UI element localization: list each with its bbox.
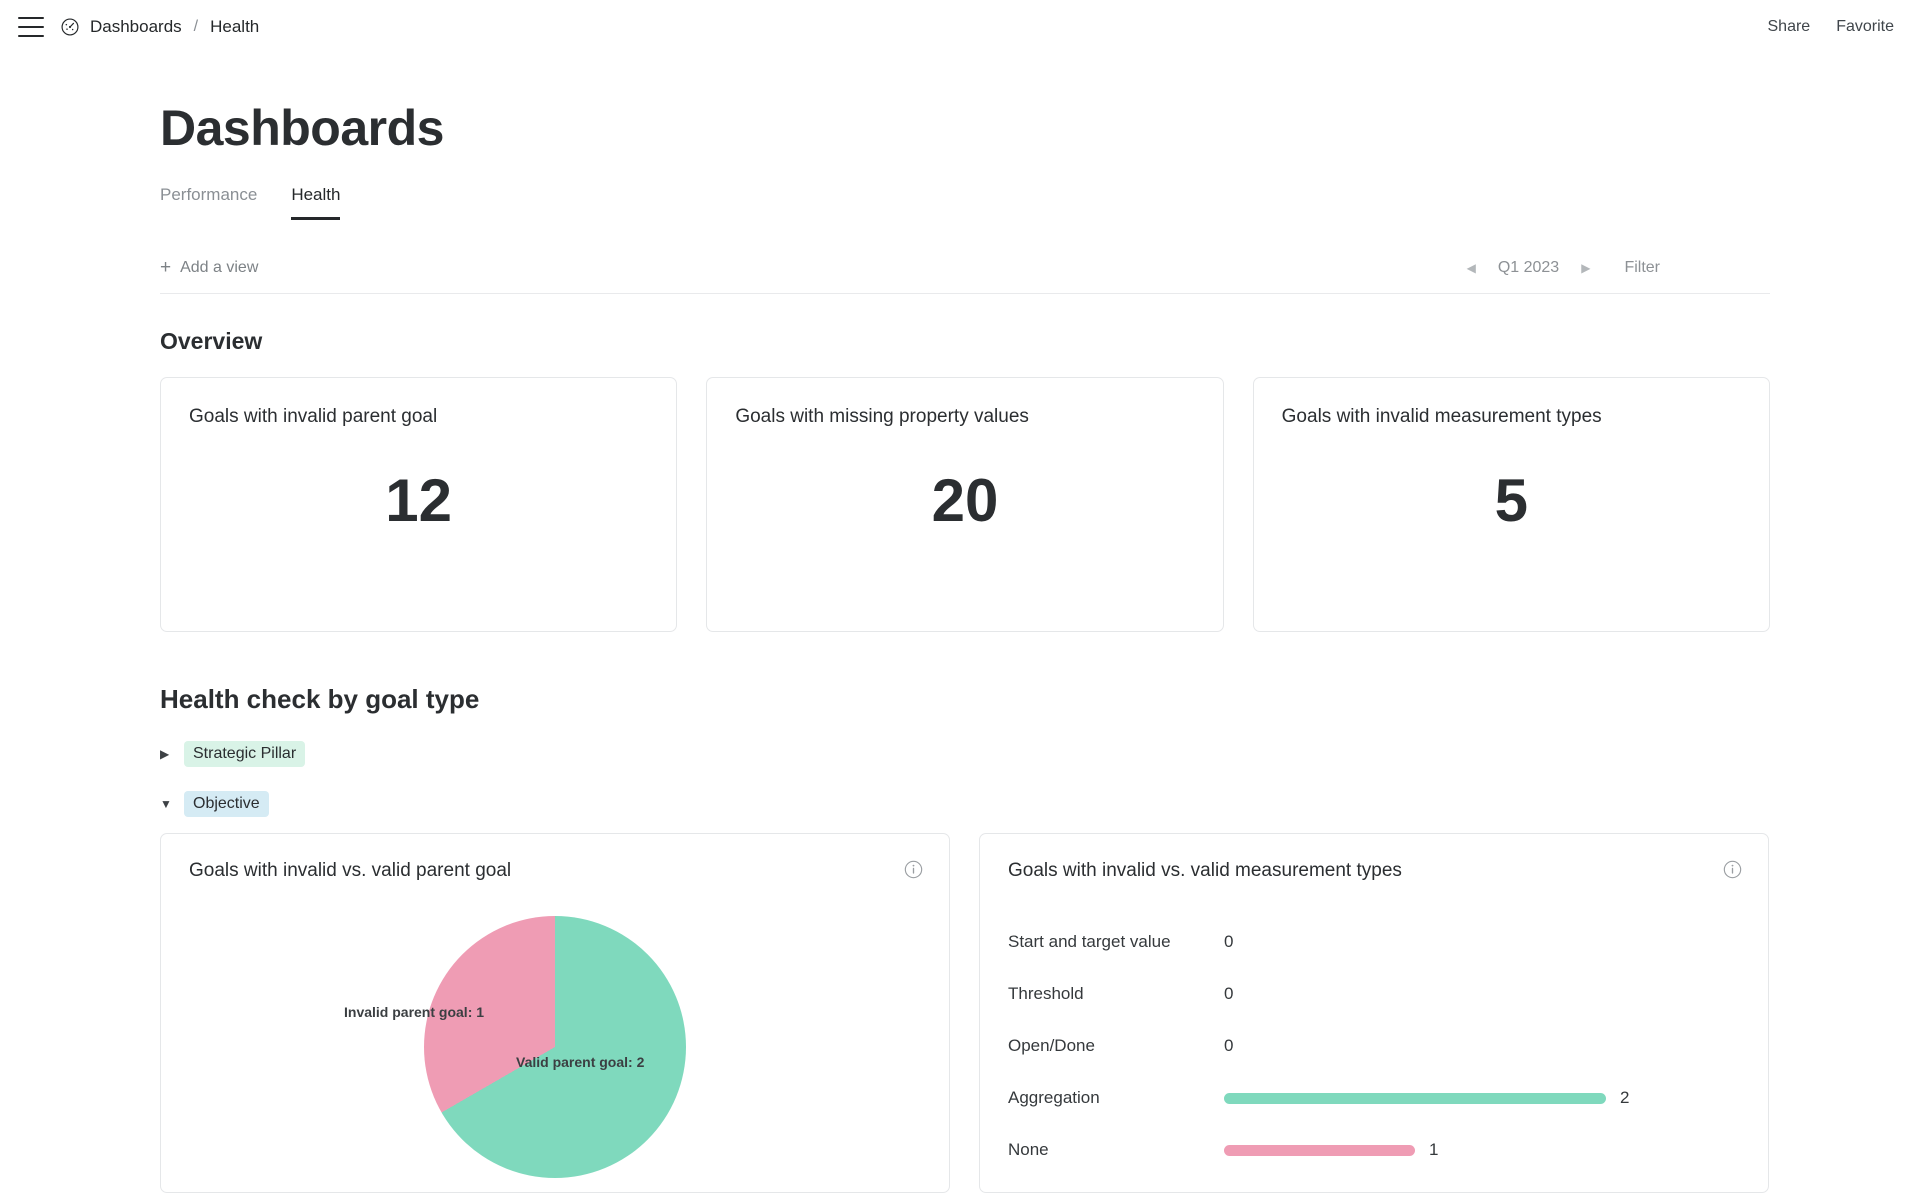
bar-label: Threshold bbox=[1008, 984, 1084, 1003]
breadcrumb-dashboards[interactable]: Dashboards bbox=[90, 17, 182, 37]
bar-value: 1 bbox=[1429, 1140, 1439, 1159]
top-bar-actions: Share Favorite bbox=[1768, 0, 1895, 54]
top-bar: Dashboards / Health Share Favorite bbox=[0, 0, 1920, 54]
bar-value: 0 bbox=[1224, 1036, 1234, 1055]
health-check-heading: Health check by goal type bbox=[160, 684, 480, 714]
filter-button[interactable]: Filter bbox=[1624, 259, 1660, 277]
metric-card-value: 5 bbox=[1494, 467, 1528, 534]
gauge-icon bbox=[61, 18, 79, 36]
plus-icon: + bbox=[160, 257, 172, 278]
bar-row: Aggregation 2 bbox=[1008, 1072, 1740, 1124]
group-objective[interactable]: ▼ Objective bbox=[160, 791, 1770, 817]
bar-label: Aggregation bbox=[1008, 1088, 1100, 1107]
previous-period-button[interactable]: ◀ bbox=[1467, 261, 1476, 275]
chevron-right-icon[interactable]: ▶ bbox=[160, 747, 170, 761]
view-toolbar: + Add a view ◀ Q1 2023 ▶ Filter bbox=[160, 242, 1770, 294]
bar-track: 2 bbox=[1224, 1088, 1704, 1108]
share-button[interactable]: Share bbox=[1768, 18, 1811, 36]
info-icon[interactable] bbox=[904, 860, 923, 879]
metric-card-title: Goals with invalid measurement types bbox=[1281, 406, 1602, 427]
add-view-label: Add a view bbox=[180, 258, 259, 276]
info-icon[interactable] bbox=[1723, 860, 1742, 879]
metric-card-value: 12 bbox=[385, 467, 453, 534]
bar-track: 0 bbox=[1224, 932, 1704, 952]
period-label[interactable]: Q1 2023 bbox=[1498, 259, 1559, 277]
goal-type-badge[interactable]: Objective bbox=[184, 791, 269, 817]
favorite-button[interactable]: Favorite bbox=[1836, 18, 1894, 36]
bar-row: Threshold 0 bbox=[1008, 968, 1740, 1020]
chevron-down-icon[interactable]: ▼ bbox=[160, 797, 172, 811]
goal-type-badge[interactable]: Strategic Pillar bbox=[184, 741, 306, 767]
pie-slices bbox=[424, 916, 686, 1178]
chart-card-measurement-types[interactable]: Goals with invalid vs. valid measurement… bbox=[979, 833, 1769, 1193]
pie-label-invalid-parent-goal: Invalid parent goal: 1 bbox=[344, 1004, 485, 1020]
metric-card-invalid-measurement-types[interactable]: Goals with invalid measurement types 5 bbox=[1252, 377, 1770, 632]
bar-fill bbox=[1224, 1092, 1606, 1104]
breadcrumb: Dashboards / Health bbox=[60, 17, 259, 37]
next-period-button[interactable]: ▶ bbox=[1581, 261, 1590, 275]
bar-value: 2 bbox=[1620, 1088, 1630, 1107]
metric-card-value: 20 bbox=[931, 467, 999, 534]
hamburger-menu-icon[interactable] bbox=[18, 17, 44, 37]
overview-heading: Overview bbox=[160, 328, 263, 354]
bar-track: 1 bbox=[1224, 1140, 1704, 1160]
metric-card-missing-property-values[interactable]: Goals with missing property values 20 bbox=[706, 377, 1224, 632]
chart-card-parent-goal[interactable]: Goals with invalid vs. valid parent goal… bbox=[160, 833, 950, 1193]
overview-cards: Goals with invalid parent goal 12 Goals … bbox=[160, 377, 1770, 632]
tab-health[interactable]: Health bbox=[291, 185, 341, 220]
pie-label-valid-parent-goal: Valid parent goal: 2 bbox=[516, 1054, 645, 1070]
bar-value: 0 bbox=[1224, 984, 1234, 1003]
tab-performance[interactable]: Performance bbox=[160, 185, 257, 220]
bar-track: 0 bbox=[1224, 1036, 1704, 1056]
bar-value: 0 bbox=[1224, 932, 1234, 951]
page-title: Dashboards bbox=[160, 100, 444, 156]
breadcrumb-separator: / bbox=[193, 18, 199, 35]
bar-row: None 1 bbox=[1008, 1124, 1740, 1176]
bar-row: Start and target value 0 bbox=[1008, 916, 1740, 968]
period-controls: ◀ Q1 2023 ▶ Filter bbox=[1467, 242, 1660, 294]
bar-fill bbox=[1224, 1144, 1415, 1156]
pie-chart: Invalid parent goal: 1 Valid parent goal… bbox=[344, 916, 686, 1178]
group-strategic-pillar[interactable]: ▶ Strategic Pillar bbox=[160, 741, 1770, 767]
add-view-button[interactable]: + Add a view bbox=[160, 258, 258, 277]
bar-label: None bbox=[1008, 1140, 1049, 1159]
bar-label: Start and target value bbox=[1008, 932, 1171, 951]
chart-title: Goals with invalid vs. valid parent goal bbox=[189, 860, 512, 881]
tab-bar: Performance Health bbox=[160, 185, 1770, 220]
metric-card-invalid-parent-goal[interactable]: Goals with invalid parent goal 12 bbox=[160, 377, 678, 632]
chart-title: Goals with invalid vs. valid measurement… bbox=[1008, 860, 1402, 881]
breadcrumb-health[interactable]: Health bbox=[210, 17, 259, 37]
metric-card-title: Goals with invalid parent goal bbox=[189, 406, 438, 427]
bar-track: 0 bbox=[1224, 984, 1704, 1004]
metric-card-title: Goals with missing property values bbox=[735, 406, 1029, 427]
bar-row: Open/Done 0 bbox=[1008, 1020, 1740, 1072]
bar-label: Open/Done bbox=[1008, 1036, 1095, 1055]
bar-chart: Start and target value 0 Threshold 0 Ope… bbox=[1008, 916, 1740, 1176]
objective-charts: Goals with invalid vs. valid parent goal… bbox=[160, 833, 1770, 1193]
page-body: Dashboards Performance Health + Add a vi… bbox=[0, 99, 1920, 1193]
